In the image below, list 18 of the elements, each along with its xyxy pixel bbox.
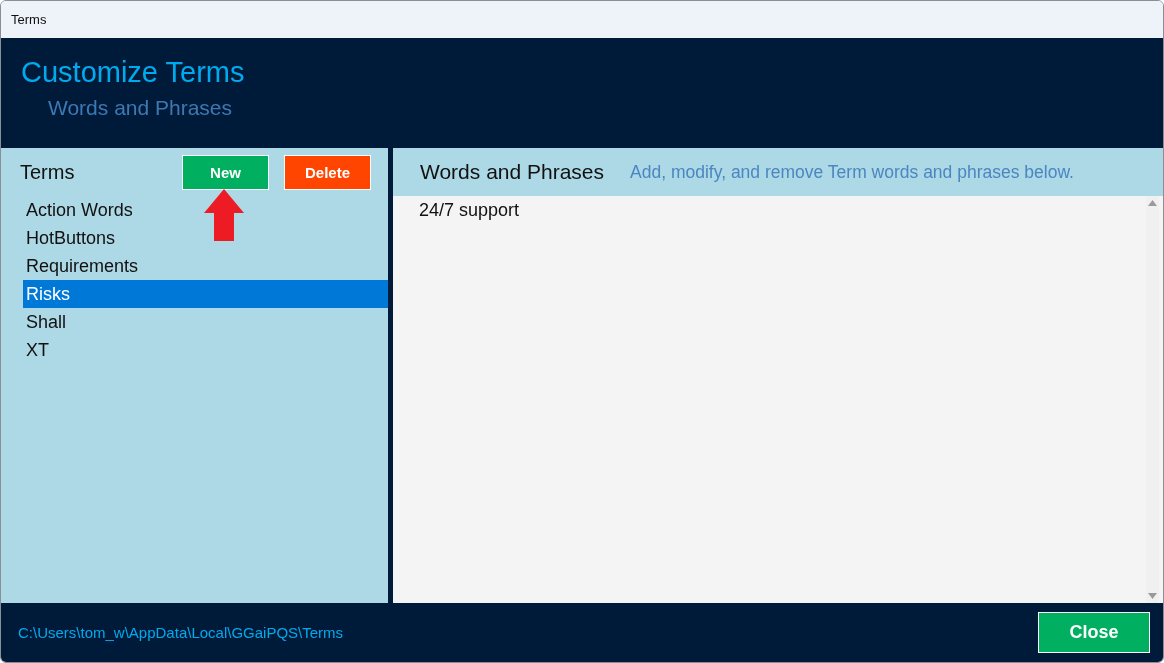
- page-subtitle: Words and Phrases: [48, 96, 234, 120]
- term-item[interactable]: XT: [23, 336, 388, 364]
- hint-text: Add, modify, and remove Term words and phrases below.: [630, 161, 1074, 183]
- panel-title: Words and Phrases: [420, 160, 605, 184]
- panel-title: Terms: [20, 160, 76, 184]
- page-title: Customize Terms: [21, 56, 246, 89]
- scroll-down-icon[interactable]: [1148, 593, 1157, 599]
- term-item[interactable]: HotButtons: [23, 224, 388, 252]
- scrollbar[interactable]: [1146, 196, 1163, 603]
- scroll-up-icon[interactable]: [1148, 200, 1157, 206]
- term-item[interactable]: Risks: [23, 280, 388, 308]
- term-item[interactable]: Requirements: [23, 252, 388, 280]
- file-path: C:\Users\tom_w\AppData\Local\GGaiPQS\Terms: [18, 624, 344, 641]
- term-item[interactable]: Action Words: [23, 196, 388, 224]
- arrow-icon: [204, 189, 244, 241]
- term-item[interactable]: Shall: [23, 308, 388, 336]
- window-title: Terms: [11, 12, 47, 27]
- phrases-field[interactable]: 24/7 support: [393, 196, 1146, 603]
